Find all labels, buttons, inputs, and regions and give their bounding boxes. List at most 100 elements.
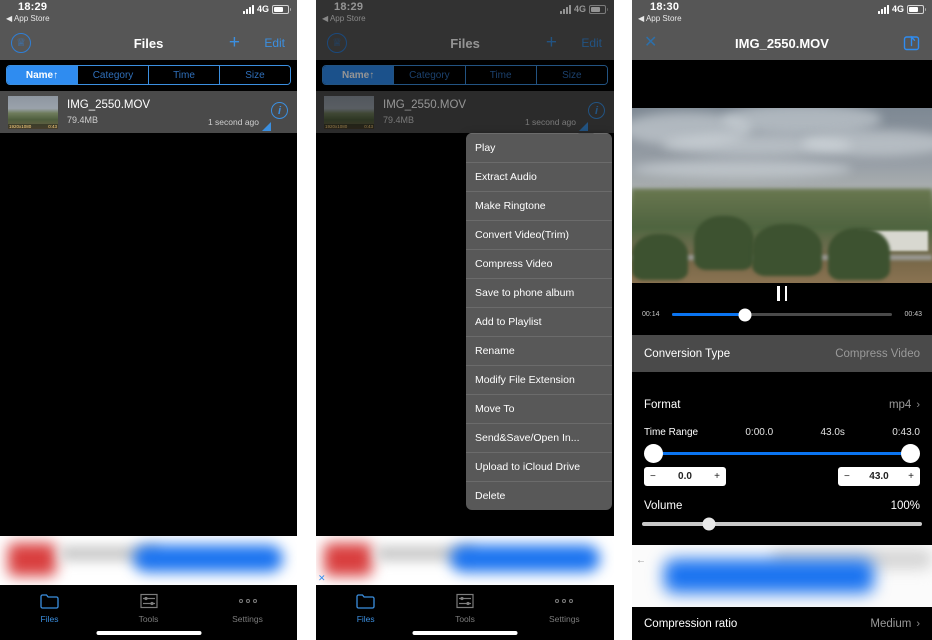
start-plus-button[interactable]: + [714,471,720,482]
file-modified-time: 1 second ago [207,117,259,127]
video-scrubber[interactable]: 00:14 00:43 [632,308,932,321]
chevron-right-icon: › [916,398,920,411]
sort-segmented-control-wrap: Name↑ Category Time Size [0,60,297,91]
tab-files[interactable]: Files [0,591,99,624]
time-range-steppers: − 0.0 + − 43.0 + [644,467,920,492]
ad-close-icon[interactable]: ✕ [318,573,326,584]
video-preview[interactable] [632,108,932,283]
menu-item-make-ringtone[interactable]: Make Ringtone [466,191,612,220]
more-dots-icon [198,591,297,611]
video-progress-track[interactable] [672,308,892,321]
time-range-handle-left[interactable] [644,444,663,463]
edit-button[interactable]: Edit [264,36,285,50]
menu-item-save-to-phone-album[interactable]: Save to phone album [466,278,612,307]
sliders-icon [415,591,514,611]
chevron-right-icon: › [916,617,920,630]
ad-banner[interactable]: ← [632,545,932,607]
phone-panel-files-list: 18:29 ◀ App Store 4G ♕ Files + Edit Name… [0,0,297,640]
status-back-label: App Store [13,14,50,23]
home-indicator [412,631,518,635]
segment-name[interactable]: Name↑ [7,66,78,84]
row-conversion-type[interactable]: Conversion Type Compress Video [632,335,932,372]
thumbnail-meta: 1920x1080 0:43 [8,123,58,129]
time-range-slider[interactable] [644,441,920,467]
page-title: IMG_2550.MOV [735,36,829,51]
video-progress-fill [672,313,745,316]
time-range-handle-right[interactable] [901,444,920,463]
nav-bar: ✕ IMG_2550.MOV [632,27,932,60]
ad-banner[interactable]: ✕ [316,536,614,585]
folder-icon [316,591,415,611]
menu-item-modify-file-extension[interactable]: Modify File Extension [466,365,612,394]
format-value: mp4 [888,398,912,411]
time-range-label: Time Range [644,427,699,438]
segment-time[interactable]: Time [149,66,220,84]
start-time-stepper[interactable]: − 0.0 + [644,467,726,486]
file-row[interactable]: 1920x1080 0:43 IMG_2550.MOV 79.4MB 1 sec… [0,91,297,133]
menu-item-play[interactable]: Play [466,133,612,162]
thumbnail-resolution: 1920x1080 [9,123,32,129]
time-range-end: 0:43.0 [892,427,920,438]
tab-files-label: Files [356,614,375,624]
time-range-header: Time Range 0:00.0 43.0s 0:43.0 [644,427,920,438]
status-back-to-app[interactable]: ◀ App Store [6,14,50,23]
end-plus-button[interactable]: + [908,471,914,482]
row-format[interactable]: Format mp4 › [632,386,932,423]
hillside [632,188,932,227]
volume-slider[interactable] [642,517,922,531]
time-range-section: Time Range 0:00.0 43.0s 0:43.0 − 0.0 + −… [632,423,932,492]
network-label: 4G [891,4,904,14]
row-compression-ratio[interactable]: Compression ratio Medium › [632,607,932,640]
folder-icon [0,591,99,611]
status-bar: 18:29 ◀ App Store 4G [0,0,297,27]
video-total-time: 00:43 [904,311,922,318]
home-indicator [96,631,201,635]
segment-category[interactable]: Category [78,66,149,84]
tab-settings[interactable]: Settings [515,591,614,624]
end-minus-button[interactable]: − [844,471,850,482]
battery-icon [907,4,926,14]
phone-panel-video-compress: 18:30 ◀ App Store 4G ✕ IMG_2550.MOV 00:1… [632,0,932,640]
video-thumbnail: 1920x1080 0:43 [8,95,58,129]
menu-item-move-to[interactable]: Move To [466,394,612,423]
tab-tools-label: Tools [455,614,475,624]
add-button[interactable]: + [229,33,240,52]
menu-item-rename[interactable]: Rename [466,336,612,365]
share-export-icon[interactable] [903,34,920,51]
row-volume: Volume 100% [632,492,932,520]
crown-badge-icon[interactable]: ♕ [11,33,31,53]
menu-item-add-to-playlist[interactable]: Add to Playlist [466,307,612,336]
back-arrow-icon[interactable]: ← [636,555,646,566]
context-menu: Play Extract Audio Make Ringtone Convert… [466,133,612,510]
end-time-value: 43.0 [869,471,889,482]
status-back-to-app[interactable]: ◀ App Store [638,14,682,23]
pause-icon[interactable] [777,286,787,301]
status-indicators: 4G [242,4,291,14]
tab-tools[interactable]: Tools [99,591,198,624]
volume-slider-knob[interactable] [702,517,716,531]
video-progress-knob[interactable] [738,308,752,321]
start-minus-button[interactable]: − [650,471,656,482]
menu-item-send-save-open-in[interactable]: Send&Save/Open In... [466,423,612,452]
nav-bar: ♕ Files + Edit [0,27,297,60]
close-x-icon[interactable]: ✕ [644,34,657,52]
file-name: IMG_2550.MOV [67,99,151,111]
status-back-label: App Store [645,14,682,23]
end-time-stepper[interactable]: − 43.0 + [838,467,920,486]
tab-files[interactable]: Files [316,591,415,624]
menu-item-delete[interactable]: Delete [466,481,612,510]
menu-item-convert-video[interactable]: Convert Video(Trim) [466,220,612,249]
menu-item-compress-video[interactable]: Compress Video [466,249,612,278]
segment-size[interactable]: Size [220,66,290,84]
sliders-icon [99,591,198,611]
menu-item-upload-to-icloud-drive[interactable]: Upload to iCloud Drive [466,452,612,481]
tab-tools[interactable]: Tools [415,591,514,624]
menu-item-extract-audio[interactable]: Extract Audio [466,162,612,191]
ad-logo-blur [8,543,56,576]
network-label: 4G [256,4,269,14]
ad-banner[interactable] [0,536,297,585]
tab-tools-label: Tools [138,614,159,624]
info-icon[interactable]: i [271,102,288,119]
time-range-bar [652,452,912,455]
tab-settings[interactable]: Settings [198,591,297,624]
